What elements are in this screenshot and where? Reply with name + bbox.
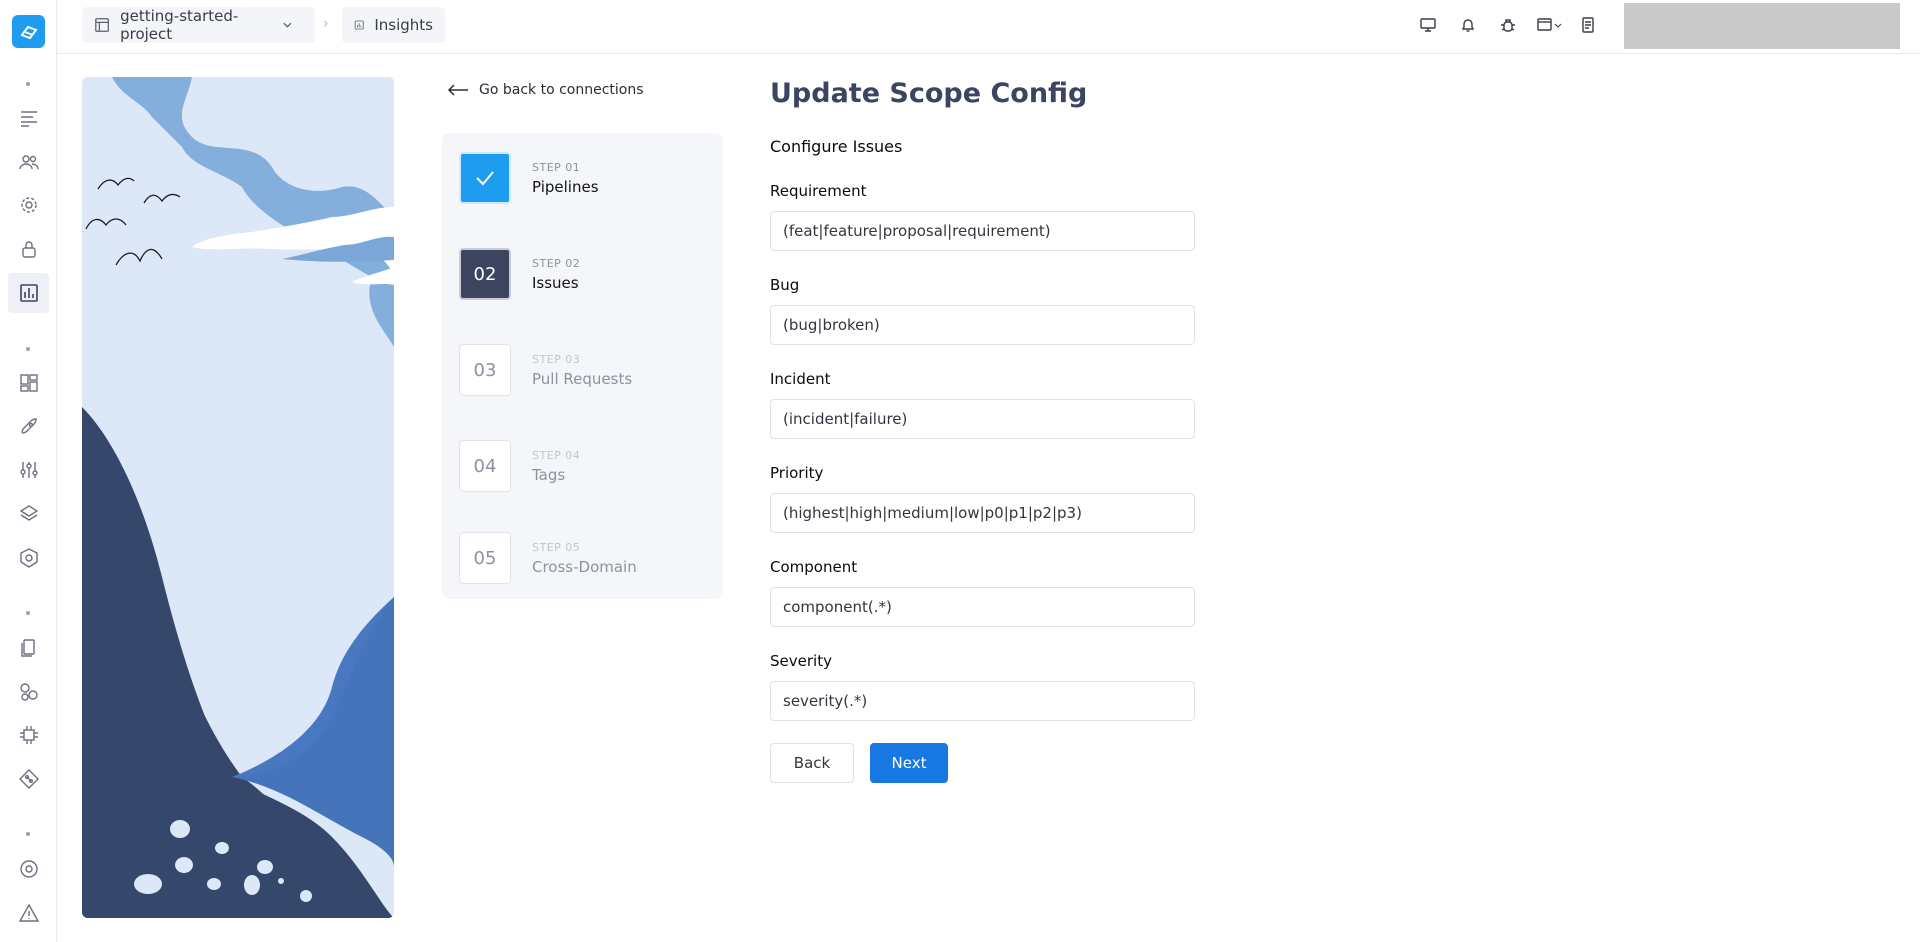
step-label: STEP 03 (532, 352, 581, 366)
bug-input[interactable] (770, 305, 1195, 345)
requirement-input[interactable] (770, 211, 1195, 251)
requirement-label: Requirement (770, 182, 867, 200)
rail-divider (26, 82, 30, 86)
step-issues[interactable]: 02 STEP 02 Issues (459, 248, 580, 300)
section-heading: Configure Issues (770, 137, 903, 156)
step-number-badge: 04 (459, 440, 511, 492)
step-label: STEP 04 (532, 448, 581, 462)
chart-icon[interactable] (8, 273, 49, 313)
project-selector[interactable]: getting-started-project (82, 7, 315, 43)
list-icon[interactable] (14, 103, 43, 132)
step-name: Cross-Domain (532, 557, 637, 576)
next-button[interactable]: Next (870, 743, 948, 783)
back-button[interactable]: Back (770, 743, 854, 783)
component-label: Component (770, 558, 858, 576)
incident-label: Incident (770, 370, 831, 388)
warning-icon[interactable] (14, 898, 43, 927)
step-label: STEP 01 (532, 160, 581, 174)
step-name: Pipelines (532, 177, 599, 196)
user-profile-area[interactable] (1624, 3, 1900, 49)
rail-divider (26, 611, 30, 615)
page-name: Insights (374, 16, 433, 34)
bug-icon[interactable] (1497, 14, 1519, 36)
rail-divider (26, 832, 30, 836)
monitor-icon[interactable] (1417, 14, 1439, 36)
step-pipelines[interactable]: STEP 01 Pipelines (459, 152, 599, 204)
component-input[interactable] (770, 587, 1195, 627)
shapes-icon[interactable] (14, 677, 43, 706)
priority-label: Priority (770, 464, 824, 482)
step-number-badge: 05 (459, 532, 511, 584)
bell-icon[interactable] (1457, 14, 1479, 36)
git-icon[interactable] (14, 764, 43, 793)
table-icon (95, 18, 109, 32)
side-illustration (82, 77, 394, 918)
step-label: STEP 05 (532, 540, 581, 554)
step-tags[interactable]: 04 STEP 04 Tags (459, 440, 580, 492)
rail-divider (26, 347, 30, 351)
bug-label: Bug (770, 276, 800, 294)
settings-circle-icon[interactable] (14, 854, 43, 883)
arrow-left-icon (447, 84, 468, 96)
incident-input[interactable] (770, 399, 1195, 439)
window-icon[interactable] (1535, 14, 1565, 36)
step-label: STEP 02 (532, 256, 581, 270)
plug-icon[interactable] (14, 720, 43, 749)
breadcrumb-insights[interactable]: Insights (342, 7, 445, 43)
sliders-icon[interactable] (14, 455, 43, 484)
chart-icon (354, 20, 364, 30)
step-name: Issues (532, 273, 579, 292)
check-icon (476, 171, 494, 186)
step-number-badge: 03 (459, 344, 511, 396)
severity-input[interactable] (770, 681, 1195, 721)
breadcrumb-separator: › (323, 16, 329, 32)
grid-icon[interactable] (14, 368, 43, 397)
layers-icon[interactable] (14, 499, 43, 528)
document-icon[interactable] (1577, 14, 1599, 36)
go-back-label: Go back to connections (479, 82, 644, 98)
go-back-link[interactable]: Go back to connections (447, 82, 644, 98)
rocket-icon[interactable] (14, 412, 43, 441)
step-name: Tags (532, 465, 566, 484)
top-bar: getting-started-project › Insights (57, 0, 1920, 54)
step-cross-domain[interactable]: 05 STEP 05 Cross-Domain (459, 532, 637, 584)
step-pull-requests[interactable]: 03 STEP 03 Pull Requests (459, 344, 632, 396)
step-number-badge: 02 (459, 248, 511, 300)
chevron-down-icon (283, 22, 292, 28)
files-icon[interactable] (14, 633, 43, 662)
app-logo-icon[interactable] (12, 15, 45, 48)
steps-panel: STEP 01 Pipelines 02 STEP 02 Issues 03 S… (442, 133, 723, 599)
gear-icon[interactable] (14, 190, 43, 219)
step-complete-badge (459, 152, 511, 204)
step-name: Pull Requests (532, 369, 633, 388)
badge-icon[interactable] (14, 543, 43, 572)
users-icon[interactable] (14, 147, 43, 176)
left-rail (0, 0, 57, 942)
severity-label: Severity (770, 652, 832, 670)
priority-input[interactable] (770, 493, 1195, 533)
project-name: getting-started-project (120, 7, 239, 43)
page-title: Update Scope Config (770, 78, 1088, 109)
lock-icon[interactable] (14, 234, 43, 263)
